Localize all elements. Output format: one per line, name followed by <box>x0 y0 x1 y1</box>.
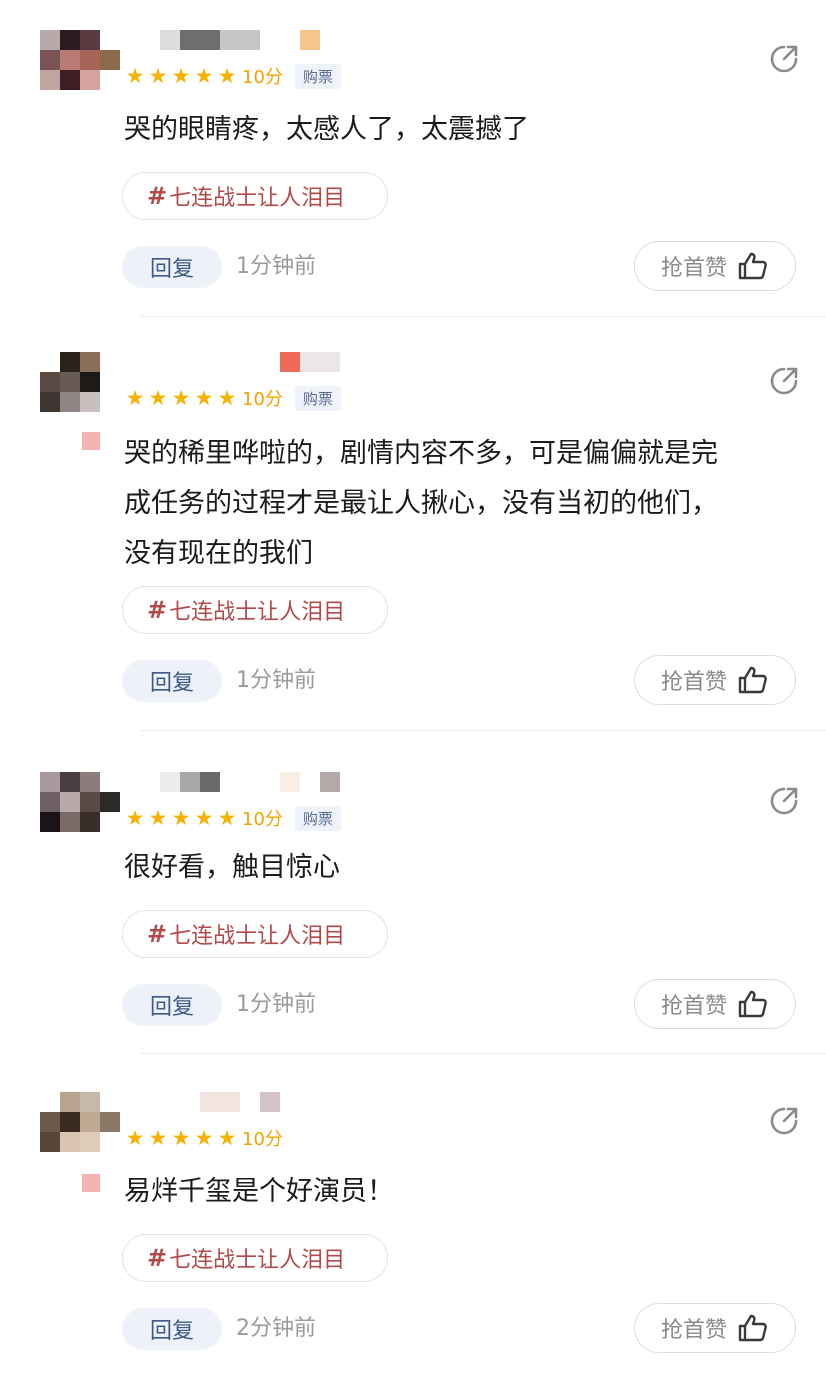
rating-row: ★ ★ ★ ★ ★ 10分 购票 <box>124 805 341 831</box>
like-label: 抢首赞 <box>660 1318 727 1343</box>
star-icon: ★ <box>148 1126 168 1150</box>
rating-score: 10分 <box>242 389 283 410</box>
rating-row: ★ ★ ★ ★ ★ 10分 购票 <box>124 63 341 89</box>
thumbs-up-icon <box>738 252 767 280</box>
share-icon[interactable] <box>768 785 800 817</box>
username-blurred[interactable] <box>160 772 360 792</box>
rating-score: 10分 <box>242 67 283 88</box>
star-rating: ★ ★ ★ ★ ★ <box>124 387 239 409</box>
comment-text: 哭的眼睛疼，太感人了，太震撼了 <box>124 110 804 150</box>
avatar-badge <box>82 432 100 450</box>
divider <box>140 316 826 317</box>
topic-tag[interactable]: # 七连战士让人泪目 <box>122 172 388 220</box>
star-icon: ★ <box>194 64 214 88</box>
purchased-ticket-badge: 购票 <box>294 805 341 831</box>
comment-text: 易烊千玺是个好演员！ <box>124 1172 804 1212</box>
first-like-button[interactable]: 抢首赞 <box>634 979 796 1029</box>
star-icon: ★ <box>125 1126 145 1150</box>
star-icon: ★ <box>125 806 145 830</box>
avatar[interactable] <box>40 352 120 412</box>
star-icon: ★ <box>125 386 145 410</box>
share-icon[interactable] <box>768 365 800 397</box>
avatar-badge <box>82 1174 100 1192</box>
star-icon: ★ <box>171 64 191 88</box>
comment-text: 很好看，触目惊心 <box>124 848 804 888</box>
rating-row: ★ ★ ★ ★ ★ 10分 购票 <box>124 385 341 411</box>
comment-text-line: 哭的稀里哗啦的，剧情内容不多，可是偏偏就是完 <box>124 438 718 469</box>
username-blurred[interactable] <box>160 352 360 372</box>
comment-text-line: 没有现在的我们 <box>124 538 313 569</box>
star-icon: ★ <box>148 64 168 88</box>
purchased-ticket-badge: 购票 <box>294 63 341 89</box>
star-icon: ★ <box>148 806 168 830</box>
like-label: 抢首赞 <box>660 994 727 1019</box>
star-icon: ★ <box>171 386 191 410</box>
hash-icon: # <box>147 920 168 948</box>
star-icon: ★ <box>194 806 214 830</box>
share-icon[interactable] <box>768 1105 800 1137</box>
star-icon: ★ <box>171 806 191 830</box>
thumbs-up-icon <box>738 990 767 1018</box>
topic-label: 七连战士让人泪目 <box>169 186 346 211</box>
first-like-button[interactable]: 抢首赞 <box>634 241 796 291</box>
star-icon: ★ <box>125 64 145 88</box>
star-rating: ★ ★ ★ ★ ★ <box>124 1127 239 1149</box>
star-icon: ★ <box>194 386 214 410</box>
star-icon: ★ <box>217 386 237 410</box>
hash-icon: # <box>147 596 168 624</box>
reply-button[interactable]: 回复 <box>122 984 222 1026</box>
first-like-button[interactable]: 抢首赞 <box>634 655 796 705</box>
star-icon: ★ <box>148 386 168 410</box>
star-rating: ★ ★ ★ ★ ★ <box>124 807 239 829</box>
divider <box>140 730 826 731</box>
topic-label: 七连战士让人泪目 <box>169 1248 346 1273</box>
username-blurred[interactable] <box>160 1092 360 1112</box>
username-blurred[interactable] <box>160 30 360 50</box>
purchased-ticket-badge: 购票 <box>294 385 341 411</box>
topic-tag[interactable]: # 七连战士让人泪目 <box>122 1234 388 1282</box>
avatar[interactable] <box>40 1092 120 1152</box>
comment-text-line: 易烊千玺是个好演员！ <box>124 1176 394 1207</box>
reply-button[interactable]: 回复 <box>122 246 222 288</box>
timestamp: 1分钟前 <box>236 668 316 693</box>
star-icon: ★ <box>217 64 237 88</box>
first-like-button[interactable]: 抢首赞 <box>634 1303 796 1353</box>
star-icon: ★ <box>217 806 237 830</box>
hash-icon: # <box>147 182 168 210</box>
star-icon: ★ <box>171 1126 191 1150</box>
rating-score: 10分 <box>242 809 283 830</box>
like-label: 抢首赞 <box>660 670 727 695</box>
hash-icon: # <box>147 1244 168 1272</box>
comment-text-line: 哭的眼睛疼，太感人了，太震撼了 <box>124 114 529 145</box>
reply-button[interactable]: 回复 <box>122 660 222 702</box>
comment-text-line: 成任务的过程才是最让人揪心，没有当初的他们， <box>124 488 718 519</box>
rating-score: 10分 <box>242 1129 283 1150</box>
thumbs-up-icon <box>738 666 767 694</box>
star-icon: ★ <box>194 1126 214 1150</box>
topic-tag[interactable]: # 七连战士让人泪目 <box>122 910 388 958</box>
topic-label: 七连战士让人泪目 <box>169 924 346 949</box>
timestamp: 1分钟前 <box>236 992 316 1017</box>
share-icon[interactable] <box>768 43 800 75</box>
timestamp: 2分钟前 <box>236 1316 316 1341</box>
avatar[interactable] <box>40 30 120 90</box>
star-rating: ★ ★ ★ ★ ★ <box>124 65 239 87</box>
avatar[interactable] <box>40 772 120 832</box>
star-icon: ★ <box>217 1126 237 1150</box>
topic-tag[interactable]: # 七连战士让人泪目 <box>122 586 388 634</box>
comment-text: 哭的稀里哗啦的，剧情内容不多，可是偏偏就是完 成任务的过程才是最让人揪心，没有当… <box>124 434 804 574</box>
timestamp: 1分钟前 <box>236 254 316 279</box>
rating-row: ★ ★ ★ ★ ★ 10分 <box>124 1125 283 1151</box>
like-label: 抢首赞 <box>660 256 727 281</box>
thumbs-up-icon <box>738 1314 767 1342</box>
comment-text-line: 很好看，触目惊心 <box>124 852 340 883</box>
divider <box>140 1053 826 1054</box>
topic-label: 七连战士让人泪目 <box>169 600 346 625</box>
reply-button[interactable]: 回复 <box>122 1308 222 1350</box>
